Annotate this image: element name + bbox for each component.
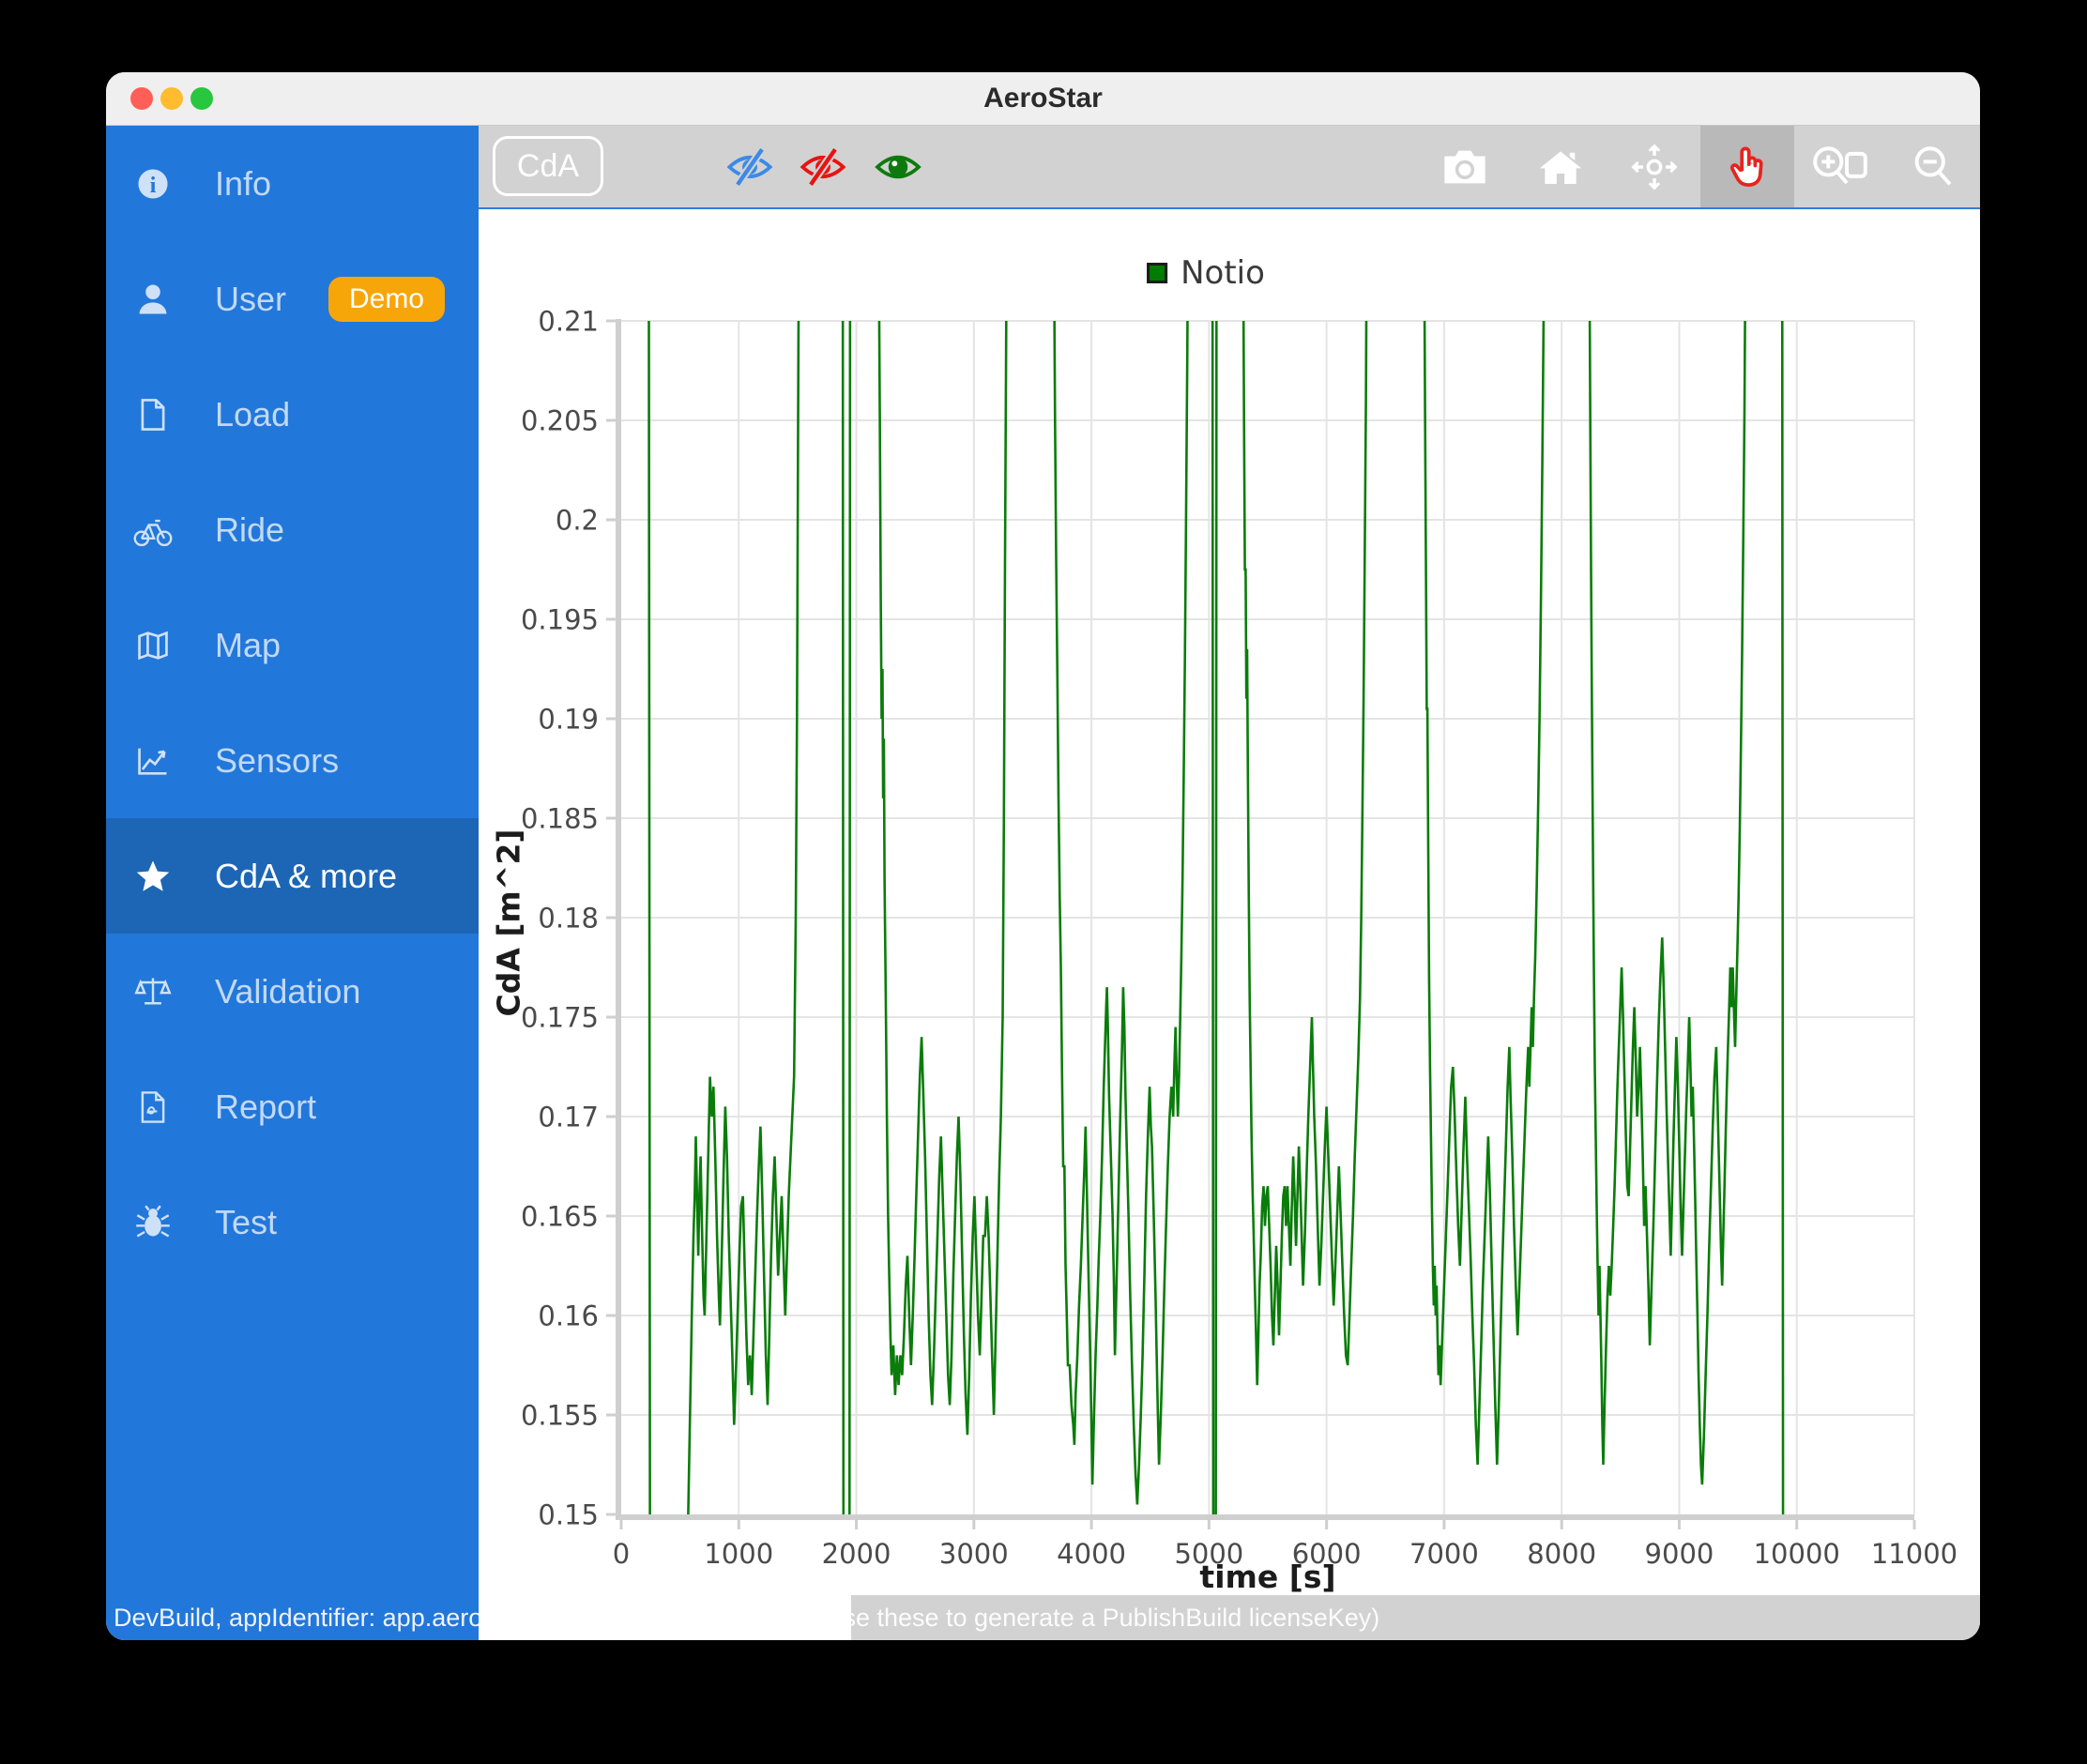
hand-select-icon[interactable]	[1700, 126, 1794, 207]
sidebar-item-map[interactable]: Map	[106, 587, 479, 703]
sidebar-item-info[interactable]: i Info	[106, 126, 479, 241]
pan-move-icon[interactable]	[1618, 126, 1691, 207]
svg-text:0.18: 0.18	[538, 902, 599, 934]
chart-area[interactable]: Notio CdA [m^2] time [s] 0.21 0.205 0.2 0.1…	[479, 209, 1980, 1595]
status-text: DevBuild, appIdentifier: app.aerostar.Ae…	[114, 1604, 1380, 1632]
y-axis-title: CdA [m^2]	[490, 829, 527, 1017]
scales-icon	[132, 971, 174, 1012]
svg-text:0.175: 0.175	[521, 1001, 599, 1033]
svg-text:0.17: 0.17	[538, 1101, 599, 1133]
home-icon[interactable]	[1524, 126, 1597, 207]
zoom-out-icon[interactable]	[1897, 126, 1971, 207]
sidebar: i Info User Demo Load Ride Map Sensors C…	[106, 126, 479, 1640]
svg-text:i: i	[150, 172, 157, 197]
window-title: AeroStar	[983, 83, 1103, 114]
bug-icon	[132, 1202, 174, 1243]
main-pane: CdA Notio CdA [m^2] time [s] 0.21 0.205 …	[479, 126, 1980, 1640]
sidebar-item-cda-more[interactable]: CdA & more	[106, 818, 479, 934]
sidebar-item-label: Load	[215, 394, 291, 433]
sidebar-item-label: Validation	[215, 971, 361, 1011]
sidebar-item-user[interactable]: User Demo	[106, 241, 479, 357]
svg-text:0.16: 0.16	[538, 1300, 599, 1331]
sidebar-item-label: Info	[215, 163, 272, 203]
titlebar: AeroStar	[106, 72, 1980, 126]
sidebar-item-label: User	[215, 279, 287, 318]
svg-text:0.205: 0.205	[521, 404, 599, 436]
svg-text:0.21: 0.21	[538, 305, 599, 337]
svg-text:0.165: 0.165	[521, 1200, 599, 1232]
toolbar: CdA	[479, 126, 1980, 209]
eye-slash-blue-icon[interactable]	[713, 126, 786, 207]
sidebar-item-report[interactable]: Report	[106, 1049, 479, 1164]
sidebar-item-label: Map	[215, 625, 282, 664]
svg-text:0.185: 0.185	[521, 802, 599, 834]
svg-text:0.195: 0.195	[521, 603, 599, 635]
x-axis-title: time [s]	[1199, 1559, 1336, 1595]
svg-text:0.2: 0.2	[556, 504, 599, 536]
sidebar-item-label: CdA & more	[215, 856, 398, 895]
legend-label: Notio	[1181, 254, 1265, 292]
cda-line-plot: 0.21 0.205 0.2 0.195 0.19 0.185 0.18 0.175 0.17 0…	[521, 305, 1958, 1570]
legend-swatch-notio	[1147, 263, 1168, 283]
sidebar-item-validation[interactable]: Validation	[106, 934, 479, 1049]
bicycle-icon	[132, 509, 174, 551]
sidebar-item-label: Test	[215, 1202, 278, 1241]
file-icon	[132, 394, 174, 435]
info-icon: i	[132, 163, 174, 205]
sidebar-item-ride[interactable]: Ride	[106, 472, 479, 587]
svg-text:0.15: 0.15	[538, 1498, 599, 1530]
sidebar-item-label: Ride	[215, 509, 285, 549]
svg-text:0.155: 0.155	[521, 1399, 599, 1431]
cda-button[interactable]: CdA	[493, 136, 603, 196]
report-icon	[132, 1087, 174, 1128]
user-icon	[132, 279, 174, 320]
sidebar-item-label: Report	[215, 1087, 317, 1126]
chart-line-icon	[132, 740, 174, 782]
eye-green-icon[interactable]	[861, 126, 935, 207]
svg-text:0.19: 0.19	[538, 703, 599, 735]
sidebar-item-sensors[interactable]: Sensors	[106, 703, 479, 818]
camera-icon[interactable]	[1428, 126, 1501, 207]
sidebar-item-load[interactable]: Load	[106, 357, 479, 472]
app-window: AeroStar i Info User Demo Load Ride Map …	[106, 72, 1980, 1640]
chart-legend: Notio	[1147, 254, 1265, 292]
zoom-in-rect-icon[interactable]	[1804, 126, 1877, 207]
demo-badge: Demo	[328, 276, 445, 322]
eye-slash-red-icon[interactable]	[786, 126, 860, 207]
sidebar-item-test[interactable]: Test	[106, 1164, 479, 1280]
sidebar-item-label: Sensors	[215, 740, 340, 780]
map-icon	[132, 625, 174, 666]
star-icon	[132, 856, 174, 897]
